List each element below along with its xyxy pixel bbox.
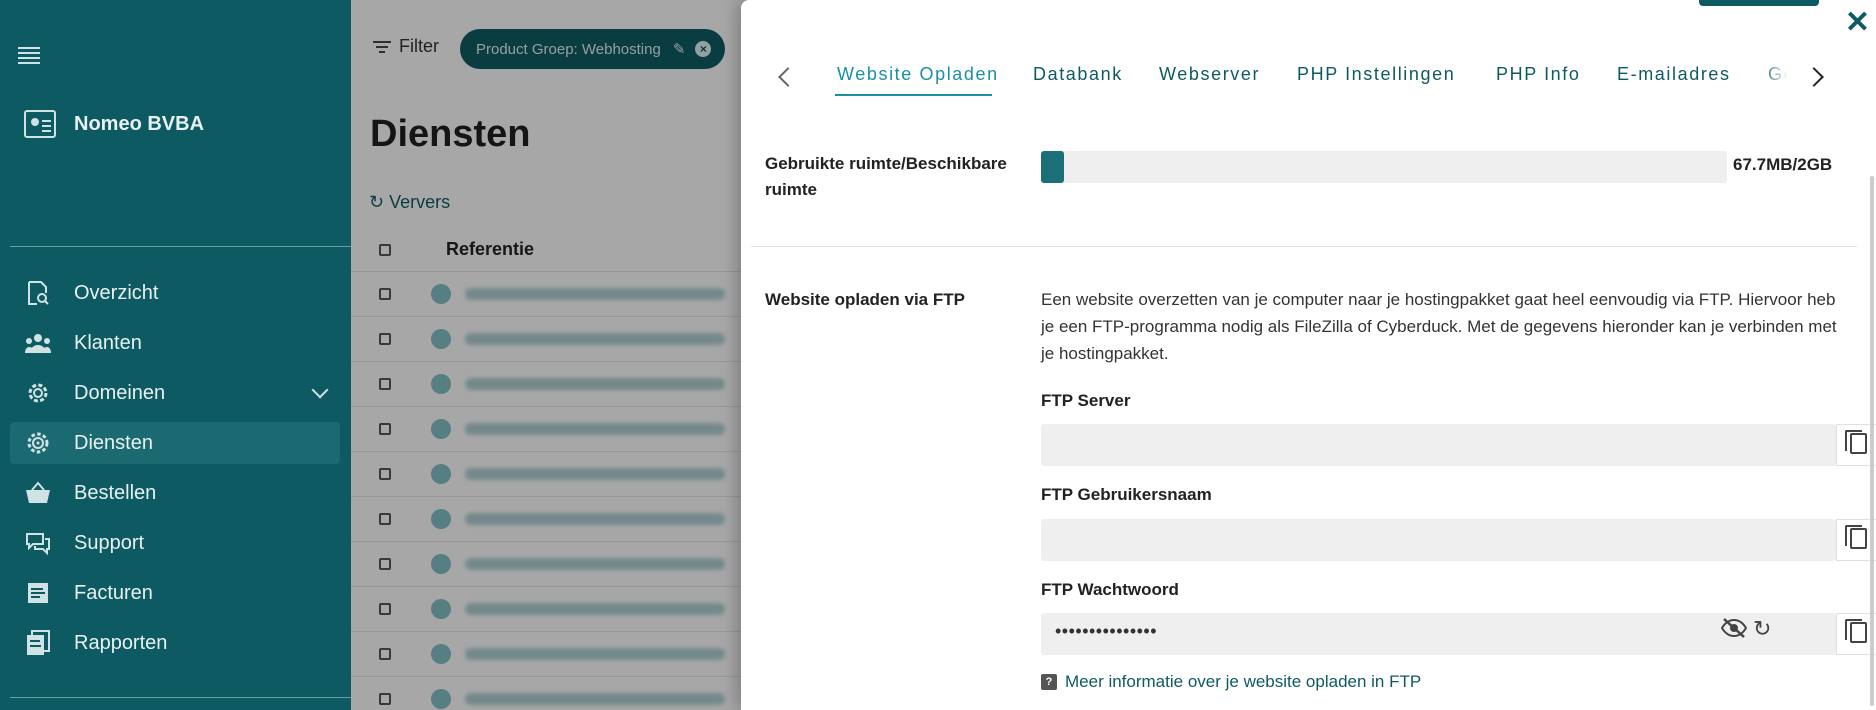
sidebar-item-facturen[interactable]: Facturen (10, 572, 340, 614)
refresh-icon[interactable]: ↻ (1753, 616, 1771, 642)
copy-icon-front (1850, 528, 1867, 549)
active-tab-indicator (835, 94, 992, 96)
sidebar-item-overzicht[interactable]: Overzicht (10, 272, 340, 314)
chevron-left-icon[interactable] (778, 67, 798, 87)
sidebar-item-domeinen[interactable]: Domeinen (10, 372, 340, 414)
help-icon: ? (1041, 674, 1057, 690)
sidebar-item-label: Rapporten (74, 631, 168, 654)
sidebar-item-label: Bestellen (74, 481, 157, 504)
scrollbar[interactable] (1870, 176, 1874, 706)
usage-label: Gebruikte ruimte/Beschikbare ruimte (765, 154, 1007, 199)
company-switcher[interactable]: Nomeo BVBA (24, 110, 204, 138)
ftp-section-label: Website opladen via FTP (765, 290, 965, 309)
chevron-right-icon[interactable] (1804, 67, 1824, 87)
copy-icon-front (1850, 622, 1867, 643)
sidebar-item-label: Support (74, 531, 145, 554)
tab-bar: Website Opladen Databank Webserver PHP I… (741, 60, 1876, 104)
app: Nomeo BVBA Overzicht Klanten Domeinen Di… (0, 0, 1876, 710)
chevron-down-icon[interactable] (311, 381, 329, 399)
tab-webserver[interactable]: Webserver (1159, 64, 1260, 85)
ftp-description: Een website overzetten van je computer n… (1041, 290, 1837, 363)
sidebar-item-label: Diensten (74, 431, 153, 454)
basket-icon (24, 479, 52, 507)
usage-progress-fill (1041, 151, 1064, 183)
service-detail-drawer: ✕ Website Opladen Databank Webserver PHP… (741, 0, 1876, 710)
sidebar-item-label: Domeinen (74, 381, 166, 404)
tab-e-mailadres[interactable]: E-mailadres (1617, 64, 1731, 85)
sidebar-divider (10, 697, 351, 698)
close-icon[interactable]: ✕ (1845, 8, 1870, 38)
search-doc-icon (24, 279, 52, 307)
chat-icon (24, 529, 52, 557)
usage-value: 67.7MB/2GB (1733, 155, 1833, 174)
copy-icon-front (1850, 433, 1867, 454)
company-name: Nomeo BVBA (74, 112, 205, 135)
ftp-info-link[interactable]: ? Meer informatie over je website oplade… (1041, 672, 1421, 692)
people-icon (24, 329, 52, 357)
usage-progress-bar (1041, 151, 1727, 183)
contact-card-icon (24, 110, 56, 138)
tab-databank[interactable]: Databank (1033, 64, 1123, 85)
sidebar-item-diensten[interactable]: Diensten (10, 422, 340, 464)
sidebar: Nomeo BVBA Overzicht Klanten Domeinen Di… (0, 0, 351, 710)
ftp-info-link-label: Meer informatie over je website opladen … (1065, 672, 1422, 691)
ftp-password-field[interactable]: ••••••••••••••• (1041, 613, 1836, 655)
ftp-server-field[interactable] (1041, 424, 1836, 466)
tab-website-opladen[interactable]: Website Opladen (837, 64, 999, 85)
ftp-password-label: FTP Wachtwoord (1041, 580, 1179, 599)
ftp-server-label: FTP Server (1041, 391, 1131, 410)
tab-php-instellingen[interactable]: PHP Instellingen (1297, 64, 1455, 85)
sidebar-item-label: Klanten (74, 331, 142, 354)
sidebar-nav: Overzicht Klanten Domeinen Diensten Best… (10, 272, 340, 672)
sidebar-item-bestellen[interactable]: Bestellen (10, 472, 340, 514)
sidebar-item-label: Facturen (74, 581, 153, 604)
sidebar-divider (10, 246, 351, 247)
sidebar-item-rapporten[interactable]: Rapporten (10, 622, 340, 664)
section-divider (751, 246, 1857, 247)
gear-icon (24, 379, 52, 407)
sidebar-item-support[interactable]: Support (10, 522, 340, 564)
sidebar-item-label: Overzicht (74, 281, 159, 304)
ftp-password-value: ••••••••••••••• (1055, 621, 1158, 641)
sidebar-item-klanten[interactable]: Klanten (10, 322, 340, 364)
ftp-username-field[interactable] (1041, 519, 1836, 561)
document-icon (24, 579, 52, 607)
tab-php-info[interactable]: PHP Info (1496, 64, 1581, 85)
reports-icon (24, 629, 52, 657)
cog-icon (24, 429, 52, 457)
tab-fade (1761, 60, 1799, 104)
drawer-action-button[interactable] (1699, 0, 1819, 6)
ftp-username-label: FTP Gebruikersnaam (1041, 485, 1212, 504)
menu-icon[interactable] (18, 44, 40, 66)
eye-off-icon[interactable] (1720, 618, 1748, 644)
